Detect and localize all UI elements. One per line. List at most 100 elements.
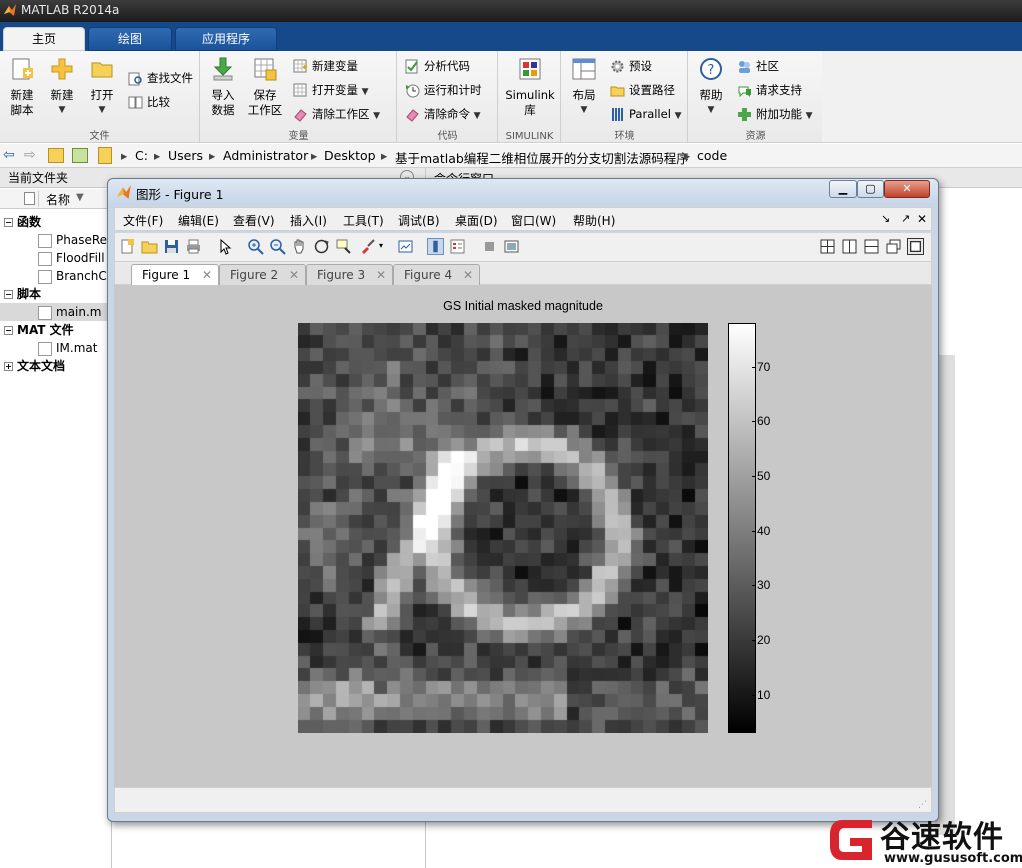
list-item[interactable]: PhaseRe — [38, 231, 107, 249]
list-item[interactable]: FloodFill — [38, 249, 105, 267]
menu-window[interactable]: 窗口(W) — [511, 212, 556, 229]
tab-figure-1[interactable]: Figure 1 ✕ — [131, 264, 219, 287]
minimize-button[interactable]: ▁ — [829, 180, 857, 198]
tile-grid-icon[interactable] — [819, 238, 836, 255]
list-item-selected[interactable]: main.m — [0, 303, 111, 321]
tab-figure-2[interactable]: Figure 2 ✕ — [219, 264, 306, 286]
browse-folder-icon[interactable] — [72, 148, 88, 163]
print-icon[interactable] — [185, 238, 202, 255]
set-path-button[interactable]: 设置路径 — [610, 81, 675, 99]
help-button[interactable]: ? 帮助 ▼ — [693, 56, 729, 118]
menu-insert[interactable]: 插入(I) — [290, 212, 327, 229]
menu-desktop[interactable]: 桌面(D) — [455, 212, 498, 229]
menu-view[interactable]: 查看(V) — [233, 212, 275, 229]
group-scripts[interactable]: − 脚本 — [4, 285, 41, 303]
analyze-code-button[interactable]: 分析代码 — [405, 57, 470, 75]
clear-workspace-button[interactable]: 清除工作区 ▼ — [293, 105, 380, 123]
pan-hand-icon[interactable] — [291, 238, 308, 255]
breadcrumb-users[interactable]: Users — [168, 148, 203, 163]
tab-plots[interactable]: 绘图 — [88, 27, 172, 51]
tile-rows-icon[interactable] — [863, 238, 880, 255]
menu-debug[interactable]: 调试(B) — [398, 212, 440, 229]
breadcrumb-project[interactable]: 基于matlab编程二维相位展开的分支切割法源码程序 — [395, 148, 689, 167]
parallel-button[interactable]: Parallel ▼ — [610, 105, 681, 123]
legend-toggle-icon[interactable] — [449, 238, 466, 255]
request-support-button[interactable]: 请求支持 — [737, 81, 802, 99]
list-item[interactable]: IM.mat — [38, 339, 97, 357]
rotate-3d-icon[interactable] — [313, 238, 330, 255]
column-name-header[interactable]: 名称 — [46, 191, 70, 208]
new-button[interactable]: 新建 ▼ — [46, 56, 78, 118]
breadcrumb-administrator[interactable]: Administrator — [223, 148, 308, 163]
current-folder-title: 当前文件夹 — [0, 168, 112, 188]
community-button[interactable]: 社区 — [737, 57, 779, 75]
sort-arrow-icon[interactable]: ▼ — [76, 192, 84, 203]
tab-apps[interactable]: 应用程序 — [175, 27, 277, 51]
new-script-button[interactable]: 新建 脚本 — [6, 56, 38, 118]
menu-file[interactable]: 文件(F) — [123, 212, 163, 229]
save-disk-icon[interactable] — [163, 238, 180, 255]
menu-help[interactable]: 帮助(H) — [573, 212, 615, 229]
forward-arrow-icon[interactable]: ⇨ — [24, 147, 36, 163]
close-tab-icon[interactable]: ✕ — [289, 265, 299, 285]
brush-icon[interactable] — [359, 238, 376, 255]
colorbar-toggle-icon[interactable] — [427, 238, 444, 255]
float-window-icon[interactable] — [885, 238, 902, 255]
tab-figure-4[interactable]: Figure 4 ✕ — [393, 264, 480, 286]
brush-dropdown-icon[interactable]: ▾ — [379, 241, 383, 250]
group-functions[interactable]: − 函数 — [4, 213, 41, 231]
maximize-tile-icon[interactable] — [907, 238, 924, 255]
colorbar[interactable] — [728, 323, 756, 733]
pointer-arrow-icon[interactable] — [217, 238, 234, 255]
list-item[interactable]: BranchC — [38, 267, 107, 285]
app-title: MATLAB R2014a — [21, 3, 120, 17]
close-tab-icon[interactable]: ✕ — [376, 265, 386, 285]
hide-plot-tools-icon[interactable] — [481, 238, 498, 255]
compare-button[interactable]: 比较 — [128, 93, 170, 111]
group-mat-files[interactable]: − MAT 文件 — [4, 321, 74, 339]
breadcrumb-code[interactable]: code — [697, 148, 727, 163]
new-variable-button[interactable]: 新建变量 — [293, 57, 358, 75]
clear-commands-button[interactable]: 清除命令 ▼ — [405, 105, 481, 123]
figure-title-bar[interactable]: 图形 - Figure 1 ▁ ▢ ✕ — [108, 179, 938, 205]
new-figure-icon[interactable] — [119, 238, 136, 255]
open-button[interactable]: 打开 ▼ — [86, 56, 118, 118]
undock-arrow-icon[interactable]: ↘ — [881, 212, 890, 225]
close-button[interactable]: ✕ — [884, 180, 930, 198]
close-figure-icon[interactable]: ✕ — [917, 212, 927, 226]
open-variable-button[interactable]: 打开变量 ▼ — [293, 81, 369, 99]
expand-icon[interactable]: + — [4, 362, 13, 371]
save-workspace-button[interactable]: 保存 工作区 — [245, 56, 285, 118]
tab-home[interactable]: 主页 — [3, 27, 85, 51]
dock-arrow-icon[interactable]: ↗ — [901, 212, 910, 225]
simulink-library-button[interactable]: Simulink 库 — [503, 56, 557, 118]
preferences-button[interactable]: 预设 — [610, 57, 652, 75]
group-text-docs[interactable]: + 文本文档 — [4, 357, 65, 375]
import-data-button[interactable]: 导入 数据 — [207, 56, 239, 118]
menu-tools[interactable]: 工具(T) — [343, 212, 384, 229]
tile-columns-icon[interactable] — [841, 238, 858, 255]
run-and-time-button[interactable]: 运行和计时 — [405, 81, 482, 99]
magnitude-image[interactable] — [298, 323, 708, 733]
show-plot-tools-icon[interactable] — [503, 238, 520, 255]
zoom-out-icon[interactable] — [269, 238, 286, 255]
add-ons-button[interactable]: 附加功能 ▼ — [737, 105, 813, 123]
zoom-in-icon[interactable] — [247, 238, 264, 255]
close-tab-icon[interactable]: ✕ — [202, 265, 212, 285]
collapse-icon[interactable]: − — [4, 290, 13, 299]
link-plot-icon[interactable] — [397, 238, 414, 255]
close-tab-icon[interactable]: ✕ — [463, 265, 473, 285]
menu-edit[interactable]: 编辑(E) — [178, 212, 219, 229]
tab-figure-3[interactable]: Figure 3 ✕ — [306, 264, 393, 286]
layout-button[interactable]: 布局 ▼ — [566, 56, 602, 118]
find-files-button[interactable]: 查找文件 — [128, 69, 193, 87]
up-folder-icon[interactable] — [48, 148, 64, 163]
breadcrumb-desktop[interactable]: Desktop — [324, 148, 376, 163]
breadcrumb-c[interactable]: C: — [135, 148, 148, 163]
maximize-button[interactable]: ▢ — [857, 180, 884, 198]
data-cursor-icon[interactable] — [335, 238, 352, 255]
open-file-icon[interactable] — [141, 238, 158, 255]
collapse-icon[interactable]: − — [4, 326, 13, 335]
back-arrow-icon[interactable]: ⇦ — [3, 147, 15, 163]
collapse-icon[interactable]: − — [4, 218, 13, 227]
